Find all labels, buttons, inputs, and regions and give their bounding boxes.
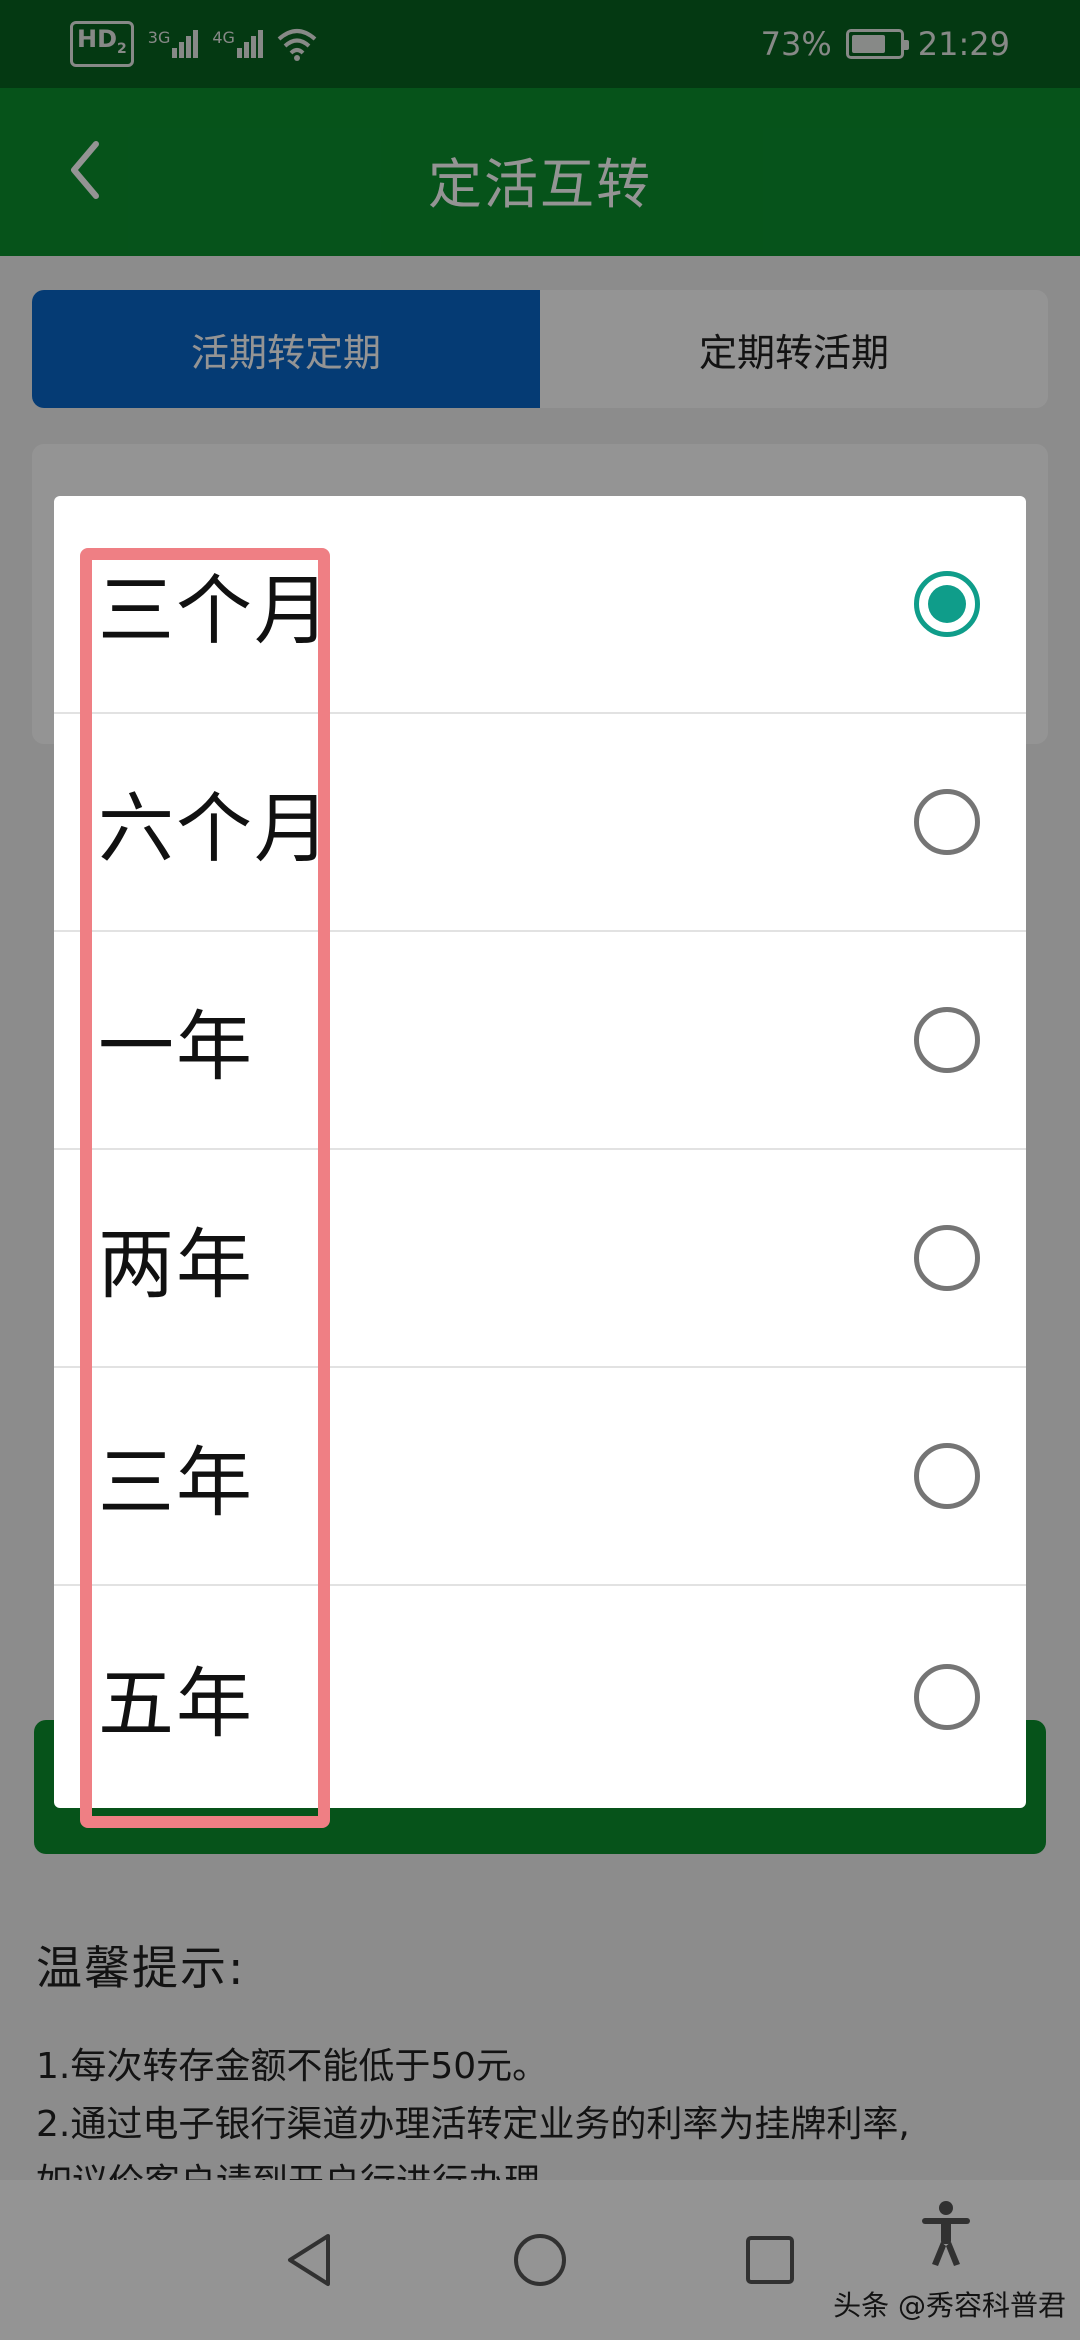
radio-button[interactable] [914,1443,980,1509]
radio-button[interactable] [914,1007,980,1073]
annotation-highlight-box [80,548,330,1828]
radio-button[interactable] [914,571,980,637]
radio-button[interactable] [914,1664,980,1730]
radio-button[interactable] [914,789,980,855]
radio-button[interactable] [914,1225,980,1291]
